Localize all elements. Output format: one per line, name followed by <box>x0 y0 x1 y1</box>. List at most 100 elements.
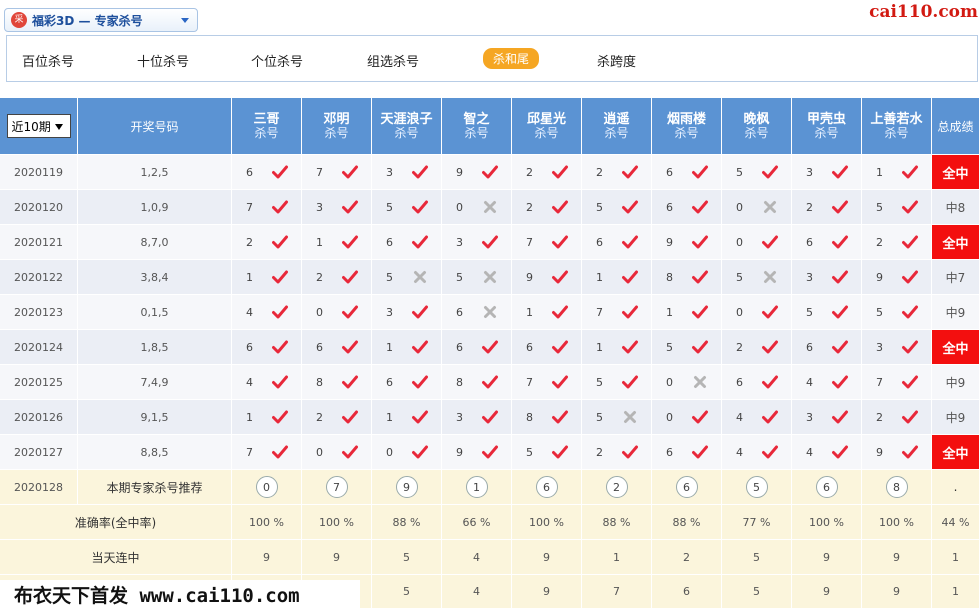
pick-number: 7 <box>876 375 883 389</box>
pick-number: 6 <box>666 445 673 459</box>
pick-cell: 3 <box>792 400 862 435</box>
pick-cell: 3 <box>442 225 512 260</box>
expert-header-wrap: 烟雨楼 杀号 <box>667 112 706 140</box>
pick-number: 2 <box>596 165 603 179</box>
recommend-label: 本期专家杀号推荐 <box>78 470 232 505</box>
pick-number: 7 <box>246 200 253 214</box>
expert-header[interactable]: 晚枫 杀号 <box>722 98 792 155</box>
pick-number: 0 <box>736 200 743 214</box>
expert-header[interactable]: 上善若水 杀号 <box>862 98 932 155</box>
pick-cell: 2 <box>722 330 792 365</box>
pick-number: 2 <box>316 270 323 284</box>
check-icon <box>832 375 848 389</box>
accuracy-cell: 88 % <box>582 505 652 540</box>
draw-text: 7,4,9 <box>140 375 169 389</box>
expert-header[interactable]: 烟雨楼 杀号 <box>652 98 722 155</box>
check-icon <box>622 235 638 249</box>
check-icon <box>552 305 568 319</box>
pick-number: 5 <box>736 165 743 179</box>
expert-header[interactable]: 天涯浪子 杀号 <box>372 98 442 155</box>
total-result-text: 全中 <box>942 236 969 252</box>
tab-2[interactable]: 个位杀号 <box>251 51 303 70</box>
check-icon <box>902 200 918 214</box>
pick-cell: 2 <box>512 155 582 190</box>
check-icon <box>272 305 288 319</box>
check-icon <box>622 165 638 179</box>
period-select[interactable]: 近10期 <box>6 114 71 138</box>
pick-number: 9 <box>526 270 533 284</box>
total-result: 中9 <box>932 295 980 330</box>
pick-number: 1 <box>386 340 393 354</box>
cross-icon <box>692 375 708 389</box>
total-result-text: 中9 <box>945 410 966 425</box>
period-cell: 2020119 <box>0 155 78 190</box>
streak-value: 5 <box>753 550 760 564</box>
accuracy-value: 66 % <box>462 515 491 529</box>
draw-text: 8,8,5 <box>140 445 169 459</box>
expert-header[interactable]: 邓明 杀号 <box>302 98 372 155</box>
check-icon <box>412 305 428 319</box>
draw-text: 8,7,0 <box>140 235 169 249</box>
pick-cell: 4 <box>232 365 302 400</box>
pick-cell: 6 <box>582 225 652 260</box>
pick-cell: 6 <box>232 330 302 365</box>
tab-5[interactable]: 杀跨度 <box>597 51 636 70</box>
total-result: 全中 <box>932 225 980 260</box>
check-icon <box>622 200 638 214</box>
check-icon <box>902 375 918 389</box>
pick-number: 6 <box>316 340 323 354</box>
check-icon <box>482 235 498 249</box>
check-icon <box>342 235 358 249</box>
check-icon <box>272 235 288 249</box>
streak-value: 9 <box>263 550 270 564</box>
tab-3[interactable]: 组选杀号 <box>367 51 419 70</box>
check-icon <box>762 445 778 459</box>
pick-cell: 6 <box>302 330 372 365</box>
tab-0[interactable]: 百位杀号 <box>22 51 74 70</box>
tab-4[interactable]: 杀和尾 <box>483 48 540 69</box>
pick-cell: 2 <box>582 155 652 190</box>
pick-number: 5 <box>526 445 533 459</box>
streak-value: 9 <box>823 550 830 564</box>
expert-name: 天涯浪子 <box>380 112 433 127</box>
expert-header[interactable]: 逍遥 杀号 <box>582 98 652 155</box>
total-result-text: 全中 <box>942 446 969 462</box>
expert-header[interactable]: 甲壳虫 杀号 <box>792 98 862 155</box>
tab-1[interactable]: 十位杀号 <box>137 51 189 70</box>
pick-cell: 9 <box>652 225 722 260</box>
expert-header-wrap: 天涯浪子 杀号 <box>380 112 432 140</box>
pick-cell: 5 <box>582 190 652 225</box>
check-icon <box>552 375 568 389</box>
pick-number: 1 <box>316 235 323 249</box>
pick-cell: 7 <box>512 365 582 400</box>
pick-number: 5 <box>666 340 673 354</box>
expert-header-wrap: 邱星光 杀号 <box>527 112 566 140</box>
expert-header[interactable]: 邱星光 杀号 <box>512 98 582 155</box>
last_row-cell: 9 <box>862 575 932 609</box>
expert-name: 甲壳虫 <box>806 112 846 127</box>
expert-name: 烟雨楼 <box>666 112 706 127</box>
pick-number: 1 <box>666 305 673 319</box>
total-result-text: 中9 <box>945 305 966 320</box>
pick-cell: 3 <box>792 260 862 295</box>
pick-number: 0 <box>736 305 743 319</box>
recommend-number: 6 <box>535 476 558 498</box>
pick-number: 8 <box>316 375 323 389</box>
expert-header[interactable]: 三哥 杀号 <box>232 98 302 155</box>
last_row-value: 5 <box>403 585 410 598</box>
lottery-selector[interactable]: 采 福彩3D — 专家杀号 <box>4 8 198 32</box>
check-icon <box>762 340 778 354</box>
check-icon <box>622 270 638 284</box>
check-icon <box>902 445 918 459</box>
site-logo[interactable]: cai110.com <box>869 2 978 22</box>
check-icon <box>692 410 708 424</box>
pick-number: 2 <box>876 410 883 424</box>
pick-cell: 0 <box>722 295 792 330</box>
pick-cell: 5 <box>862 295 932 330</box>
expert-sub: 杀号 <box>744 126 769 140</box>
pick-number: 4 <box>736 445 743 459</box>
pick-cell: 9 <box>862 260 932 295</box>
expert-header[interactable]: 智之 杀号 <box>442 98 512 155</box>
pick-cell: 4 <box>792 365 862 400</box>
pick-cell: 6 <box>372 225 442 260</box>
